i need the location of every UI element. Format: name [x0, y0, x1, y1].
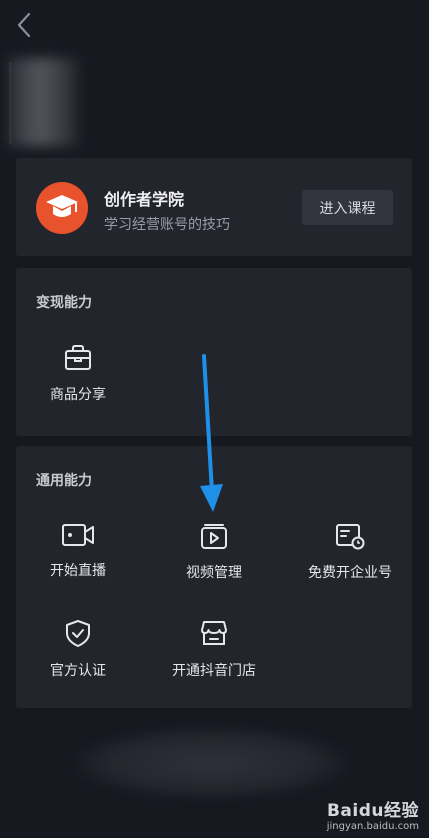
video-management-item[interactable]: 视频管理	[154, 522, 274, 582]
general-abilities-card: 通用能力 开始直播 视频管理 免费开企业号 官方认证 开通抖音门店	[16, 446, 412, 708]
video-management-label: 视频管理	[186, 565, 242, 581]
open-store-item[interactable]: 开通抖音门店	[154, 618, 274, 680]
free-enterprise-item[interactable]: 免费开企业号	[290, 522, 410, 582]
open-store-label: 开通抖音门店	[172, 663, 256, 679]
chevron-left-icon[interactable]	[12, 10, 38, 40]
product-share-label: 商品分享	[50, 387, 106, 403]
creator-academy-card[interactable]: 创作者学院 学习经营账号的技巧 进入课程	[16, 158, 412, 256]
creator-academy-title: 创作者学院	[104, 190, 185, 209]
start-live-label: 开始直播	[50, 563, 106, 579]
video-manage-icon	[201, 524, 227, 549]
product-share-item[interactable]: 商品分享	[18, 344, 138, 404]
shopping-bag-icon	[65, 345, 91, 370]
free-enterprise-label: 免费开企业号	[308, 565, 392, 581]
enterprise-account-icon	[336, 524, 365, 550]
watermark-brand: Baidu经验	[326, 801, 419, 821]
enter-course-button[interactable]: 进入课程	[302, 190, 393, 225]
official-verify-label: 官方认证	[50, 663, 106, 679]
official-verify-item[interactable]: 官方认证	[18, 618, 138, 680]
monetization-card: 变现能力 商品分享	[16, 268, 412, 436]
blurred-bottom-content	[76, 728, 346, 798]
creator-academy-subtitle: 学习经营账号的技巧	[104, 217, 230, 233]
watermark-url: jingyan.baidu.com	[326, 821, 419, 832]
monetization-section-title: 变现能力	[36, 295, 92, 311]
graduation-cap-icon	[36, 182, 88, 234]
start-live-item[interactable]: 开始直播	[18, 522, 138, 580]
store-icon	[201, 621, 227, 645]
blurred-profile-avatar	[8, 58, 80, 146]
baidu-watermark: Baidu经验 jingyan.baidu.com	[327, 796, 419, 832]
general-section-title: 通用能力	[36, 473, 92, 489]
shield-check-icon	[66, 620, 90, 647]
live-camera-icon	[62, 524, 94, 546]
